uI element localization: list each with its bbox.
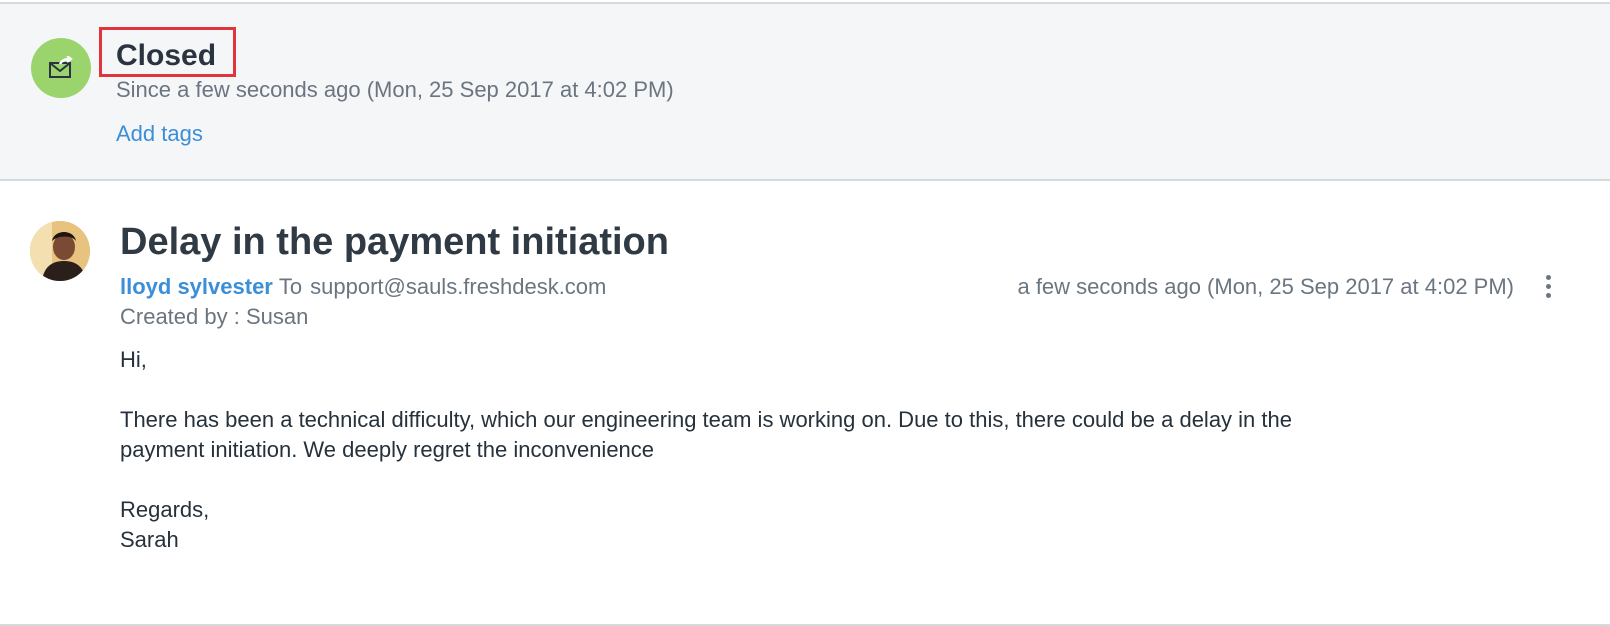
recipient-email: support@sauls.freshdesk.com bbox=[310, 274, 607, 299]
message-item: Delay in the payment initiation lloyd sy… bbox=[0, 181, 1610, 626]
body-signature: Sarah bbox=[120, 527, 179, 552]
body-line-2: payment initiation. We deeply regret the… bbox=[120, 437, 655, 462]
body-greeting: Hi, bbox=[120, 347, 147, 372]
add-tags-link[interactable]: Add tags bbox=[116, 120, 203, 148]
body-closing: Regards, bbox=[120, 497, 210, 522]
ticket-status-panel: Closed Since a few seconds ago (Mon, 25 … bbox=[0, 2, 1610, 181]
ticket-view: Closed Since a few seconds ago (Mon, 25 … bbox=[0, 0, 1610, 626]
status-title: Closed bbox=[116, 39, 217, 72]
message-body: Hi, There has been a technical difficult… bbox=[120, 345, 1520, 555]
user-avatar bbox=[30, 221, 90, 281]
vertical-dots-icon[interactable] bbox=[1538, 273, 1558, 301]
sender-link[interactable]: lloyd sylvester bbox=[120, 274, 273, 299]
envelope-forward-icon bbox=[31, 38, 91, 98]
created-by-text: Created by : Susan bbox=[120, 304, 309, 329]
to-label: To bbox=[278, 274, 303, 299]
status-since-text: Since a few seconds ago (Mon, 25 Sep 201… bbox=[116, 77, 674, 102]
message-meta: lloyd sylvester To support@sauls.freshdesk… bbox=[120, 273, 606, 301]
body-line-1: There has been a technical difficulty, w… bbox=[120, 407, 1292, 432]
message-subject: Delay in the payment initiation bbox=[120, 221, 669, 263]
message-timestamp: a few seconds ago (Mon, 25 Sep 2017 at 4… bbox=[1017, 274, 1514, 299]
